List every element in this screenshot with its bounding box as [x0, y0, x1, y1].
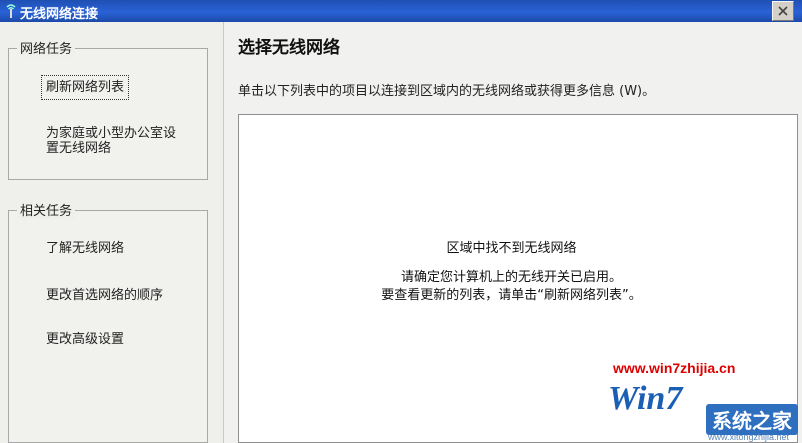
- title-bar: 无线网络连接: [0, 0, 802, 22]
- watermark-site-url: www.xitongzhijia.net: [708, 432, 790, 442]
- description-text: 单击以下列表中的项目以连接到区域内的无线网络或获得更多信息 (W)。: [238, 84, 656, 99]
- empty-line-1: 请确定您计算机上的无线开关已启用。: [400, 270, 622, 285]
- watermark-logo: Win7: [608, 380, 683, 417]
- window-title: 无线网络连接: [20, 7, 99, 22]
- related-tasks-title: 相关任务: [17, 200, 76, 219]
- network-list[interactable]: 区域中找不到无线网络 请确定您计算机上的无线开关已启用。 要查看更新的列表，请单…: [238, 114, 798, 443]
- network-tasks-group: 网络任务: [8, 38, 208, 180]
- network-tasks-title: 网络任务: [17, 38, 76, 57]
- wireless-network-icon: [6, 4, 16, 18]
- close-icon: [778, 6, 788, 16]
- setup-home-network-link[interactable]: 为家庭或小型办公室设 置无线网络: [46, 126, 176, 156]
- close-button[interactable]: [772, 1, 794, 21]
- setup-home-network-line1: 为家庭或小型办公室设: [46, 126, 177, 141]
- change-advanced-settings-link[interactable]: 更改高级设置: [46, 332, 124, 347]
- empty-line-2: 要查看更新的列表，请单击“刷新网络列表”。: [381, 288, 642, 303]
- task-pane: 网络任务 相关任务 刷新网络列表 为家庭或小型办公室设 置无线网络 了解无线网络…: [0, 22, 224, 443]
- page-title: 选择无线网络: [238, 38, 340, 58]
- main-panel: 选择无线网络 单击以下列表中的项目以连接到区域内的无线网络或获得更多信息 (W)…: [224, 22, 802, 443]
- learn-wireless-link[interactable]: 了解无线网络: [46, 241, 124, 256]
- empty-title: 区域中找不到无线网络: [446, 241, 577, 256]
- refresh-network-list-link[interactable]: 刷新网络列表: [40, 75, 130, 100]
- watermark-url: www.win7zhijia.cn: [613, 360, 736, 376]
- change-preferred-order-link[interactable]: 更改首选网络的顺序: [46, 288, 163, 303]
- setup-home-network-line2: 置无线网络: [46, 141, 112, 156]
- watermark-site-name: 系统之家: [706, 404, 798, 435]
